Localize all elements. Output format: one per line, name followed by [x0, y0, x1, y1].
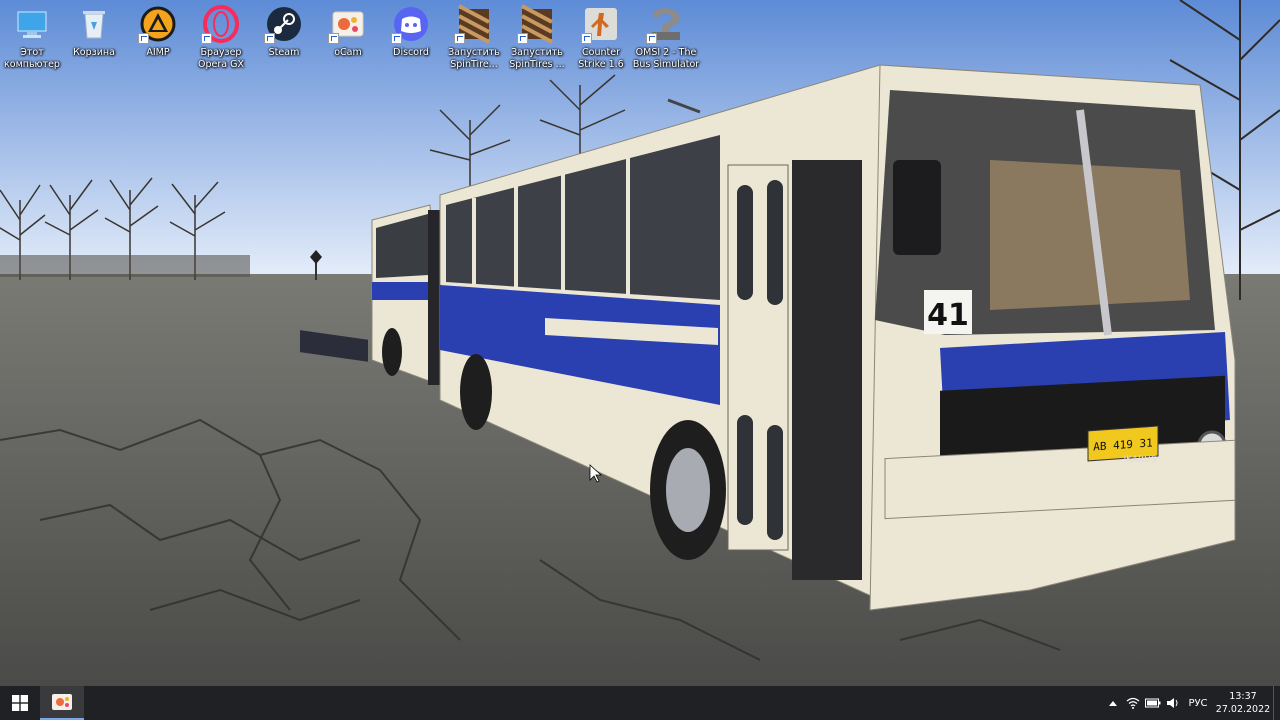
shortcut-arrow-icon: [581, 33, 592, 44]
this-pc-icon: [12, 4, 52, 44]
bus-brand-badge: IKARUS: [1123, 455, 1156, 465]
bus-middle-wheel: [460, 354, 492, 430]
chevron-up-icon: [1109, 701, 1117, 706]
shortcut-arrow-icon: [264, 33, 275, 44]
desktop-icon-label: Запустить SpinTire...: [448, 47, 500, 70]
omsi-icon: [646, 4, 686, 44]
desktop-icon-spintires[interactable]: Запустить SpinTire...: [442, 4, 506, 86]
bus-mirror: [893, 160, 941, 255]
show-hidden-icons-button[interactable]: [1103, 686, 1123, 720]
desktop-icon-label: Discord: [393, 47, 429, 58]
door-window-3: [737, 415, 753, 525]
door-window-2: [767, 180, 783, 305]
bus-rear-wheel: [382, 328, 402, 376]
language-indicator[interactable]: РУС: [1183, 698, 1213, 709]
taskbar-app-ocam[interactable]: [40, 686, 84, 720]
desktop-icon-label: Корзина: [73, 47, 115, 58]
ocam-icon: [52, 694, 72, 710]
desktop-icon-label: oCam: [334, 47, 362, 58]
shortcut-arrow-icon: [138, 33, 149, 44]
battery-button[interactable]: [1143, 686, 1163, 720]
desktop-icon-spintires-2[interactable]: Запустить SpinTires ...: [505, 4, 569, 86]
clock-time: 13:37: [1229, 691, 1257, 702]
desktop-icon-ocam[interactable]: oCam: [316, 4, 380, 86]
desktop-icon-label: Steam: [268, 47, 300, 58]
door-window-4: [767, 425, 783, 540]
battery-icon: [1145, 698, 1161, 708]
recycle-bin-icon: [74, 4, 114, 44]
volume-button[interactable]: [1163, 686, 1183, 720]
bus-front-hubcap: [666, 448, 710, 532]
shortcut-arrow-icon: [201, 33, 212, 44]
show-desktop-button[interactable]: [1273, 686, 1280, 720]
desktop-icon-this-pc[interactable]: Этот компьютер: [0, 4, 64, 86]
desktop-icon-recycle-bin[interactable]: Корзина: [62, 4, 126, 86]
shortcut-arrow-icon: [517, 33, 528, 44]
desktop-icon-counter-strike[interactable]: Counter Strike 1.6: [569, 4, 633, 86]
tree-line: [0, 255, 250, 277]
bus-door-opening: [792, 160, 862, 580]
desktop-icon-omsi[interactable]: OMSI 2 - The Bus Simulator: [633, 4, 699, 86]
ocam-icon: [328, 4, 368, 44]
spintires-2-icon: [517, 4, 557, 44]
opera-gx-icon: [201, 4, 241, 44]
route-number: 41: [927, 298, 969, 333]
door-window-1: [737, 185, 753, 300]
counter-strike-icon: [581, 4, 621, 44]
taskbar: РУС 13:37 27.02.2022: [0, 686, 1280, 720]
desktop-icon-label: OMSI 2 - The Bus Simulator: [632, 47, 700, 70]
desktop-icon-discord[interactable]: Discord: [379, 4, 443, 86]
discord-icon: [391, 4, 431, 44]
shortcut-arrow-icon: [391, 33, 402, 44]
desktop-icon-label: Counter Strike 1.6: [578, 47, 624, 70]
bus-rear-stripe: [372, 282, 434, 300]
spintires-icon: [454, 4, 494, 44]
clock-date: 27.02.2022: [1215, 704, 1271, 715]
windows-logo-icon: [12, 695, 28, 711]
desktop-icon-opera-gx[interactable]: Браузер Opera GX: [189, 4, 253, 86]
steam-icon: [264, 4, 304, 44]
desktop-wallpaper: 41 АВ 419 31 IKARUS: [0, 0, 1280, 686]
desktop-icon-label: Запустить SpinTires ...: [509, 47, 565, 70]
speaker-icon: [1167, 698, 1178, 708]
desktop-icon-label: AIMP: [146, 47, 170, 58]
wifi-icon: [1126, 697, 1140, 709]
desktop-icon-steam[interactable]: Steam: [252, 4, 316, 86]
clock[interactable]: 13:37 27.02.2022: [1213, 690, 1273, 716]
shortcut-arrow-icon: [454, 33, 465, 44]
network-button[interactable]: [1123, 686, 1143, 720]
desktop-icons: Этот компьютер Корзина AIMP Браузер Oper…: [0, 0, 720, 90]
system-tray: РУС 13:37 27.02.2022: [1103, 686, 1280, 720]
shortcut-arrow-icon: [328, 33, 339, 44]
start-button[interactable]: [0, 686, 40, 720]
desktop-icon-aimp[interactable]: AIMP: [126, 4, 190, 86]
desktop-icon-label: Браузер Opera GX: [198, 47, 244, 70]
shortcut-arrow-icon: [646, 33, 657, 44]
aimp-icon: [138, 4, 178, 44]
